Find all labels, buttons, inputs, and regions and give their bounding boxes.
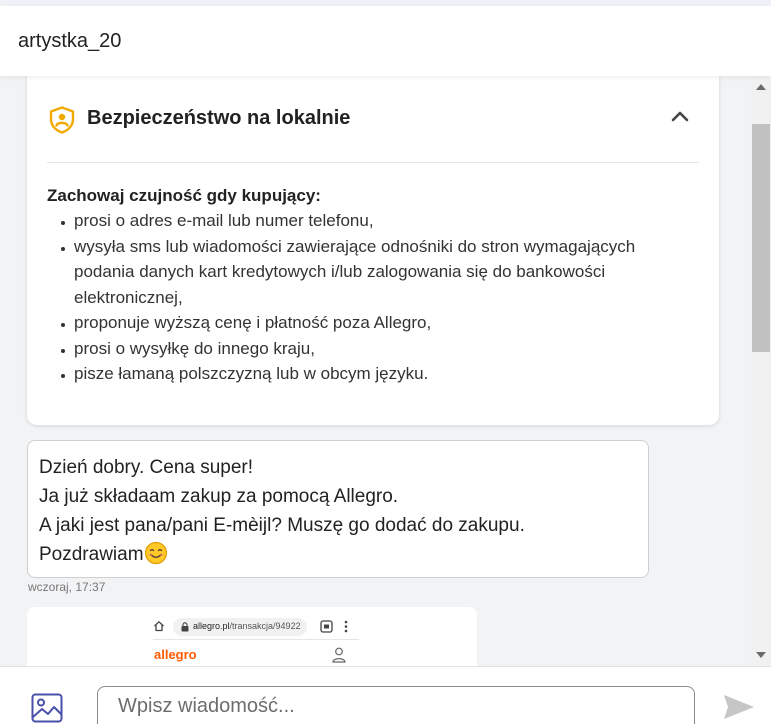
safety-warning-heading: Zachowaj czujność gdy kupujący: [47,186,321,205]
message-line: Ja już składaam zakup za pomocą Allegro. [39,486,399,507]
send-icon[interactable] [722,693,756,721]
message-composer [0,666,771,724]
card-divider [47,162,699,163]
message-line-last: Pozdrawiam [39,540,637,569]
incoming-message-bubble: Dzień dobry. Cena super! Ja już składaam… [27,440,649,578]
image-icon[interactable] [31,693,63,723]
url-pill: allegro.pl/transakcja/94922 [173,618,307,636]
home-icon [154,621,164,632]
lock-icon [181,622,189,632]
user-icon [332,647,346,663]
list-item: prosi o wysyłkę do innego kraju, [47,336,697,362]
smiling-face-icon [144,541,167,565]
message-text: Pozdrawiam [39,544,144,565]
list-item: proponuje wyższą cenę i płatność poza Al… [47,310,697,336]
url-text: allegro.pl/transakcja/94922 [193,621,301,631]
scroll-down-arrow-icon[interactable] [756,652,766,658]
browser-divider [153,639,359,640]
safety-warning-list: prosi o adres e-mail lub numer telefonu,… [47,208,697,387]
chat-messages-area[interactable]: Bezpieczeństwo na lokalnie Zachowaj czuj… [0,76,751,666]
url-domain: allegro.pl [193,621,230,631]
safety-card-title: Bezpieczeństwo na lokalnie [87,107,351,129]
list-item: prosi o adres e-mail lub numer telefonu, [47,208,697,234]
conversation-header: artystka_20 [0,6,771,76]
scrollbar-thumb[interactable] [752,124,770,352]
url-path: /transakcja/94922 [229,621,301,631]
list-item: pisze łamaną polszczyzną lub w obcym jęz… [47,361,697,387]
image-attachment[interactable]: allegro.pl/transakcja/94922 allegro [27,607,477,666]
safety-info-card: Bezpieczeństwo na lokalnie Zachowaj czuj… [27,76,719,425]
message-input[interactable] [97,686,695,724]
tabs-icon [320,620,333,633]
shield-user-icon [49,106,75,134]
chevron-up-icon[interactable] [671,110,689,122]
menu-dots-icon [344,620,348,633]
list-item: wysyła sms lub wiadomości zawierające od… [47,234,697,311]
chat-scrollbar[interactable] [751,76,771,666]
message-line: Dzień dobry. Cena super! [39,457,254,478]
message-timestamp: wczoraj, 17:37 [28,580,106,594]
scroll-up-arrow-icon[interactable] [756,84,766,90]
conversation-title: artystka_20 [18,30,122,52]
allegro-logo: allegro [154,647,197,662]
screenshot-browser-bar: allegro.pl/transakcja/94922 [153,617,373,637]
message-line: A jaki jest pana/pani E-mèijl? Muszę go … [39,515,525,536]
